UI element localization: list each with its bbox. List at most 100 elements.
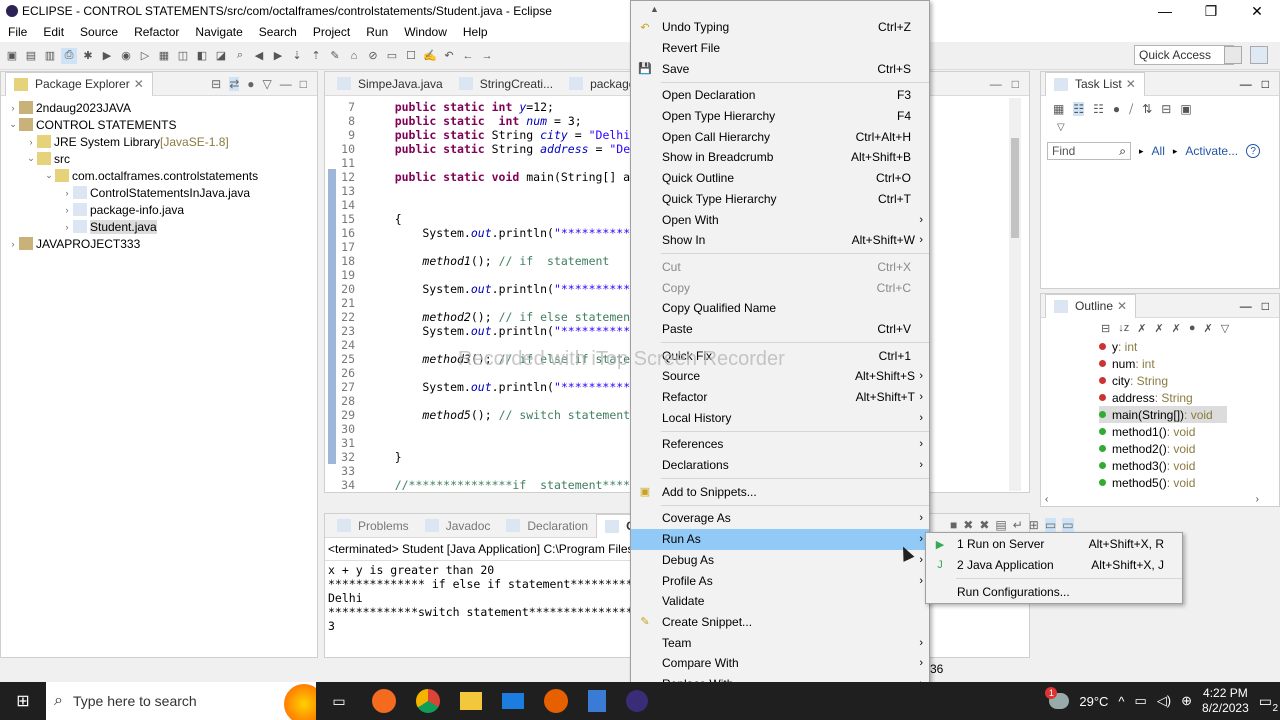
open-task-icon[interactable]: ☐ xyxy=(403,48,419,64)
hide-nonpublic-icon[interactable]: ✗ xyxy=(1172,322,1181,335)
editor-scrollbar[interactable] xyxy=(1009,98,1021,491)
last-edit-icon[interactable]: ↶ xyxy=(441,48,457,64)
tab-problems[interactable]: Problems xyxy=(329,514,417,538)
tree-item[interactable]: › 2ndaug2023JAVA xyxy=(7,99,317,116)
quick-access-input[interactable]: Quick Access xyxy=(1134,45,1234,65)
link-icon[interactable]: ✗ xyxy=(1204,322,1213,335)
maximize-view-icon[interactable]: □ xyxy=(300,77,307,91)
close-button[interactable]: ✕ xyxy=(1234,0,1280,22)
expand-toggle-icon[interactable]: ⌄ xyxy=(25,153,37,164)
find-input[interactable]: Find ⌕ xyxy=(1047,142,1131,160)
menu-item-quick-outline[interactable]: Quick Outline Ctrl+O xyxy=(631,168,929,189)
expand-toggle-icon[interactable]: › xyxy=(7,103,19,113)
outline-item[interactable]: address : String xyxy=(1099,389,1279,406)
focus-icon[interactable]: ● xyxy=(247,77,254,91)
menu-search[interactable]: Search xyxy=(251,25,305,39)
expand-toggle-icon[interactable]: › xyxy=(25,137,37,147)
menu-item-copy[interactable]: Copy Ctrl+C xyxy=(631,277,929,298)
menu-item-add-to-snippets[interactable]: ▣ Add to Snippets... xyxy=(631,481,929,502)
close-icon[interactable]: ✕ xyxy=(1117,299,1127,313)
chevron-up-icon[interactable]: ^ xyxy=(1118,694,1124,709)
menu-file[interactable]: File xyxy=(0,25,35,39)
menu-item-refactor[interactable]: Refactor Alt+Shift+T › xyxy=(631,387,929,408)
outline-item[interactable]: city : String xyxy=(1099,372,1279,389)
menu-edit[interactable]: Edit xyxy=(35,25,72,39)
pin-console-icon[interactable]: ⊞ xyxy=(1029,518,1039,532)
menu-source[interactable]: Source xyxy=(72,25,126,39)
menu-help[interactable]: Help xyxy=(455,25,496,39)
menu-project[interactable]: Project xyxy=(305,25,358,39)
save-icon[interactable]: ▤ xyxy=(23,48,39,64)
menu-item-compare-with[interactable]: Compare With › xyxy=(631,653,929,674)
menu-navigate[interactable]: Navigate xyxy=(187,25,250,39)
java-perspective-icon[interactable] xyxy=(1250,46,1268,64)
menu-item-save[interactable]: 💾 Save Ctrl+S xyxy=(631,58,929,79)
new-java-project-icon[interactable]: ▦ xyxy=(156,48,172,64)
editor-tab[interactable]: StringCreati... xyxy=(451,72,561,96)
view-menu-icon[interactable]: ▽ xyxy=(1221,322,1229,335)
next-annotation-icon[interactable]: ⇣ xyxy=(289,48,305,64)
tree-item[interactable]: › Student.java xyxy=(7,218,317,235)
menu-item-create-snippet[interactable]: ✎ Create Snippet... xyxy=(631,612,929,633)
outline-item[interactable]: y : int xyxy=(1099,338,1279,355)
menu-item-show-in-breadcrumb[interactable]: Show in Breadcrumb Alt+Shift+B xyxy=(631,147,929,168)
expand-toggle-icon[interactable]: › xyxy=(7,239,19,249)
collapse-all-icon[interactable]: ⊟ xyxy=(211,77,221,91)
menu-item-quick-type-hierarchy[interactable]: Quick Type Hierarchy Ctrl+T xyxy=(631,189,929,210)
menu-item-references[interactable]: References › xyxy=(631,434,929,455)
menu-item-debug-as[interactable]: Debug As › xyxy=(631,550,929,571)
open-console-icon[interactable]: ▭ xyxy=(1062,518,1074,532)
expand-toggle-icon[interactable]: ⌄ xyxy=(7,119,19,130)
sort-icon[interactable]: ⊟ xyxy=(1101,322,1110,335)
hide-local-icon[interactable]: ● xyxy=(1189,322,1196,334)
perspective-icon[interactable] xyxy=(1224,46,1242,64)
categorized-icon[interactable]: ☷ xyxy=(1073,102,1085,116)
hide-fields-icon[interactable]: ✗ xyxy=(1137,322,1146,335)
menu-item-paste[interactable]: Paste Ctrl+V xyxy=(631,319,929,340)
menu-run[interactable]: Run xyxy=(358,25,396,39)
collapse-icon[interactable]: ⊟ xyxy=(1161,102,1171,116)
all-link[interactable]: All xyxy=(1152,144,1165,158)
new-package-icon[interactable]: ◫ xyxy=(175,48,191,64)
taskbar-search-box[interactable]: ⌕ Type here to search xyxy=(46,682,316,720)
tree-item[interactable]: › JAVAPROJECT333 xyxy=(7,235,317,252)
minimize-view-icon[interactable]: — xyxy=(280,77,292,91)
expand-toggle-icon[interactable]: › xyxy=(61,222,73,232)
menu-item-team[interactable]: Team › xyxy=(631,632,929,653)
menu-window[interactable]: Window xyxy=(396,25,455,39)
forward-icon[interactable]: ▶ xyxy=(270,48,286,64)
help-icon[interactable]: ? xyxy=(1246,144,1261,158)
tab-task-list[interactable]: Task List ✕ xyxy=(1045,71,1145,96)
nav-forward-icon[interactable]: → xyxy=(479,48,495,64)
maximize-view-icon[interactable]: □ xyxy=(1012,77,1019,91)
save-all-icon[interactable]: ▥ xyxy=(42,48,58,64)
annotation-icon[interactable]: ✍ xyxy=(422,48,438,64)
new-task-icon[interactable]: ▦ xyxy=(1053,102,1064,116)
tab-package-explorer[interactable]: Package Explorer ✕ xyxy=(5,71,153,96)
view-icon[interactable]: ▣ xyxy=(1180,102,1191,116)
menu-item-coverage-as[interactable]: Coverage As › xyxy=(631,508,929,529)
menu-item-open-with[interactable]: Open With › xyxy=(631,209,929,230)
tree-item[interactable]: › package-info.java xyxy=(7,201,317,218)
tab-javadoc[interactable]: Javadoc xyxy=(417,514,499,538)
hide-static-icon[interactable]: ✗ xyxy=(1154,322,1163,335)
notification-icon[interactable]: ▭ 2 xyxy=(1259,693,1278,714)
menu-item-revert-file[interactable]: Revert File xyxy=(631,38,929,59)
hide-icon[interactable]: ● xyxy=(1113,102,1120,116)
view-menu-icon[interactable]: ▽ xyxy=(263,77,272,91)
close-icon[interactable]: ✕ xyxy=(134,77,144,91)
chevron-down-icon[interactable]: ▽ xyxy=(1041,122,1279,142)
expand-toggle-icon[interactable]: › xyxy=(61,205,73,215)
coverage-icon[interactable]: ◉ xyxy=(118,48,134,64)
search-icon[interactable]: ⌕ xyxy=(232,48,248,64)
new-icon[interactable]: ▣ xyxy=(4,48,20,64)
firefox-icon[interactable] xyxy=(544,689,568,713)
activate-link[interactable]: Activate... xyxy=(1185,144,1238,158)
home-icon[interactable]: ⌂ xyxy=(346,48,362,64)
outline-item[interactable]: method5() : void xyxy=(1099,474,1279,491)
outline-item[interactable]: method1() : void xyxy=(1099,423,1279,440)
external-tools-icon[interactable]: ▷ xyxy=(137,48,153,64)
pin-icon[interactable]: ✎ xyxy=(327,48,343,64)
scroll-lock-icon[interactable]: ▤ xyxy=(995,518,1006,532)
minimize-view-icon[interactable]: — xyxy=(1240,299,1252,313)
